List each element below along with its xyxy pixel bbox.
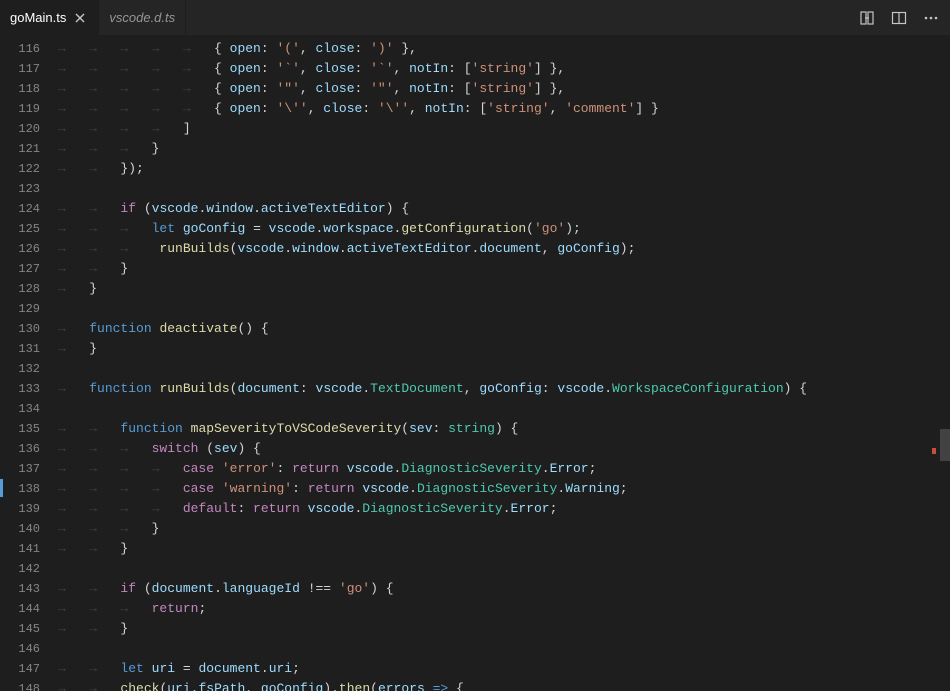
code-line[interactable]: → }: [58, 279, 950, 299]
code-line[interactable]: → → let uri = document.uri;: [58, 659, 950, 679]
line-number: 124: [0, 199, 40, 219]
line-number: 117: [0, 59, 40, 79]
code-line[interactable]: [58, 359, 950, 379]
code-line[interactable]: → → → let goConfig = vscode.workspace.ge…: [58, 219, 950, 239]
code-line[interactable]: → → }: [58, 619, 950, 639]
line-number: 116: [0, 39, 40, 59]
code-line[interactable]: → → → → → { open: '`', close: '`', notIn…: [58, 59, 950, 79]
code-line[interactable]: → → if (document.languageId !== 'go') {: [58, 579, 950, 599]
line-number: 125: [0, 219, 40, 239]
folding-bar: [0, 35, 3, 691]
line-number: 147: [0, 659, 40, 679]
line-number: 133: [0, 379, 40, 399]
code-line[interactable]: → → → → case 'error': return vscode.Diag…: [58, 459, 950, 479]
code-line[interactable]: [58, 559, 950, 579]
code-line[interactable]: → }: [58, 339, 950, 359]
line-number: 128: [0, 279, 40, 299]
code-line[interactable]: → → → → ]: [58, 119, 950, 139]
line-number: 123: [0, 179, 40, 199]
code-area[interactable]: → → → → → { open: '(', close: ')' },→ → …: [58, 35, 950, 691]
line-number: 126: [0, 239, 40, 259]
scrollbar-thumb[interactable]: [940, 429, 950, 462]
code-line[interactable]: → → → }: [58, 519, 950, 539]
code-line[interactable]: → → }: [58, 259, 950, 279]
code-line[interactable]: → → → }: [58, 139, 950, 159]
line-number: 131: [0, 339, 40, 359]
code-line[interactable]: → function runBuilds(document: vscode.Te…: [58, 379, 950, 399]
code-line[interactable]: → → }: [58, 539, 950, 559]
tab-vscode-d-ts[interactable]: vscode.d.ts: [99, 0, 186, 35]
code-line[interactable]: → → });: [58, 159, 950, 179]
code-line[interactable]: [58, 399, 950, 419]
vertical-scrollbar[interactable]: [936, 35, 950, 691]
line-number: 136: [0, 439, 40, 459]
code-line[interactable]: → → → → → { open: '\'', close: '\'', not…: [58, 99, 950, 119]
code-line[interactable]: → → → return;: [58, 599, 950, 619]
code-line[interactable]: → → → → default: return vscode.Diagnosti…: [58, 499, 950, 519]
code-line[interactable]: → → → → → { open: '"', close: '"', notIn…: [58, 79, 950, 99]
editor[interactable]: 1161171181191201211221231241251261271281…: [0, 35, 950, 691]
code-line[interactable]: → → → switch (sev) {: [58, 439, 950, 459]
line-number: 130: [0, 319, 40, 339]
line-number: 121: [0, 139, 40, 159]
line-number: 139: [0, 499, 40, 519]
line-number: 137: [0, 459, 40, 479]
line-number: 148: [0, 679, 40, 691]
tab-label: vscode.d.ts: [109, 10, 175, 25]
code-line[interactable]: → function deactivate() {: [58, 319, 950, 339]
code-line[interactable]: [58, 639, 950, 659]
line-number: 140: [0, 519, 40, 539]
tab-label: goMain.ts: [10, 10, 66, 25]
line-number: 119: [0, 99, 40, 119]
line-number: 138: [0, 479, 40, 499]
code-line[interactable]: → → check(uri.fsPath, goConfig).then(err…: [58, 679, 950, 691]
line-number: 145: [0, 619, 40, 639]
line-number: 141: [0, 539, 40, 559]
fold-marker: [0, 479, 3, 497]
tab-bar: goMain.ts vscode.d.ts: [0, 0, 950, 35]
line-number: 146: [0, 639, 40, 659]
code-line[interactable]: [58, 299, 950, 319]
more-actions-icon[interactable]: [922, 9, 940, 27]
line-number: 132: [0, 359, 40, 379]
tab-actions: [858, 0, 950, 35]
tab-goMain-ts[interactable]: goMain.ts: [0, 0, 99, 35]
line-number: 142: [0, 559, 40, 579]
line-number: 134: [0, 399, 40, 419]
line-number: 129: [0, 299, 40, 319]
line-number: 143: [0, 579, 40, 599]
compare-changes-icon[interactable]: [858, 9, 876, 27]
code-line[interactable]: [58, 179, 950, 199]
line-number: 135: [0, 419, 40, 439]
code-line[interactable]: → → → → case 'warning': return vscode.Di…: [58, 479, 950, 499]
split-editor-icon[interactable]: [890, 9, 908, 27]
line-number: 118: [0, 79, 40, 99]
code-line[interactable]: → → function mapSeverityToVSCodeSeverity…: [58, 419, 950, 439]
line-number: 144: [0, 599, 40, 619]
line-number: 120: [0, 119, 40, 139]
line-number: 122: [0, 159, 40, 179]
close-icon[interactable]: [72, 10, 88, 26]
code-line[interactable]: → → → runBuilds(vscode.window.activeText…: [58, 239, 950, 259]
line-number: 127: [0, 259, 40, 279]
code-line[interactable]: → → if (vscode.window.activeTextEditor) …: [58, 199, 950, 219]
code-line[interactable]: → → → → → { open: '(', close: ')' },: [58, 39, 950, 59]
line-number-gutter: 1161171181191201211221231241251261271281…: [0, 35, 58, 691]
